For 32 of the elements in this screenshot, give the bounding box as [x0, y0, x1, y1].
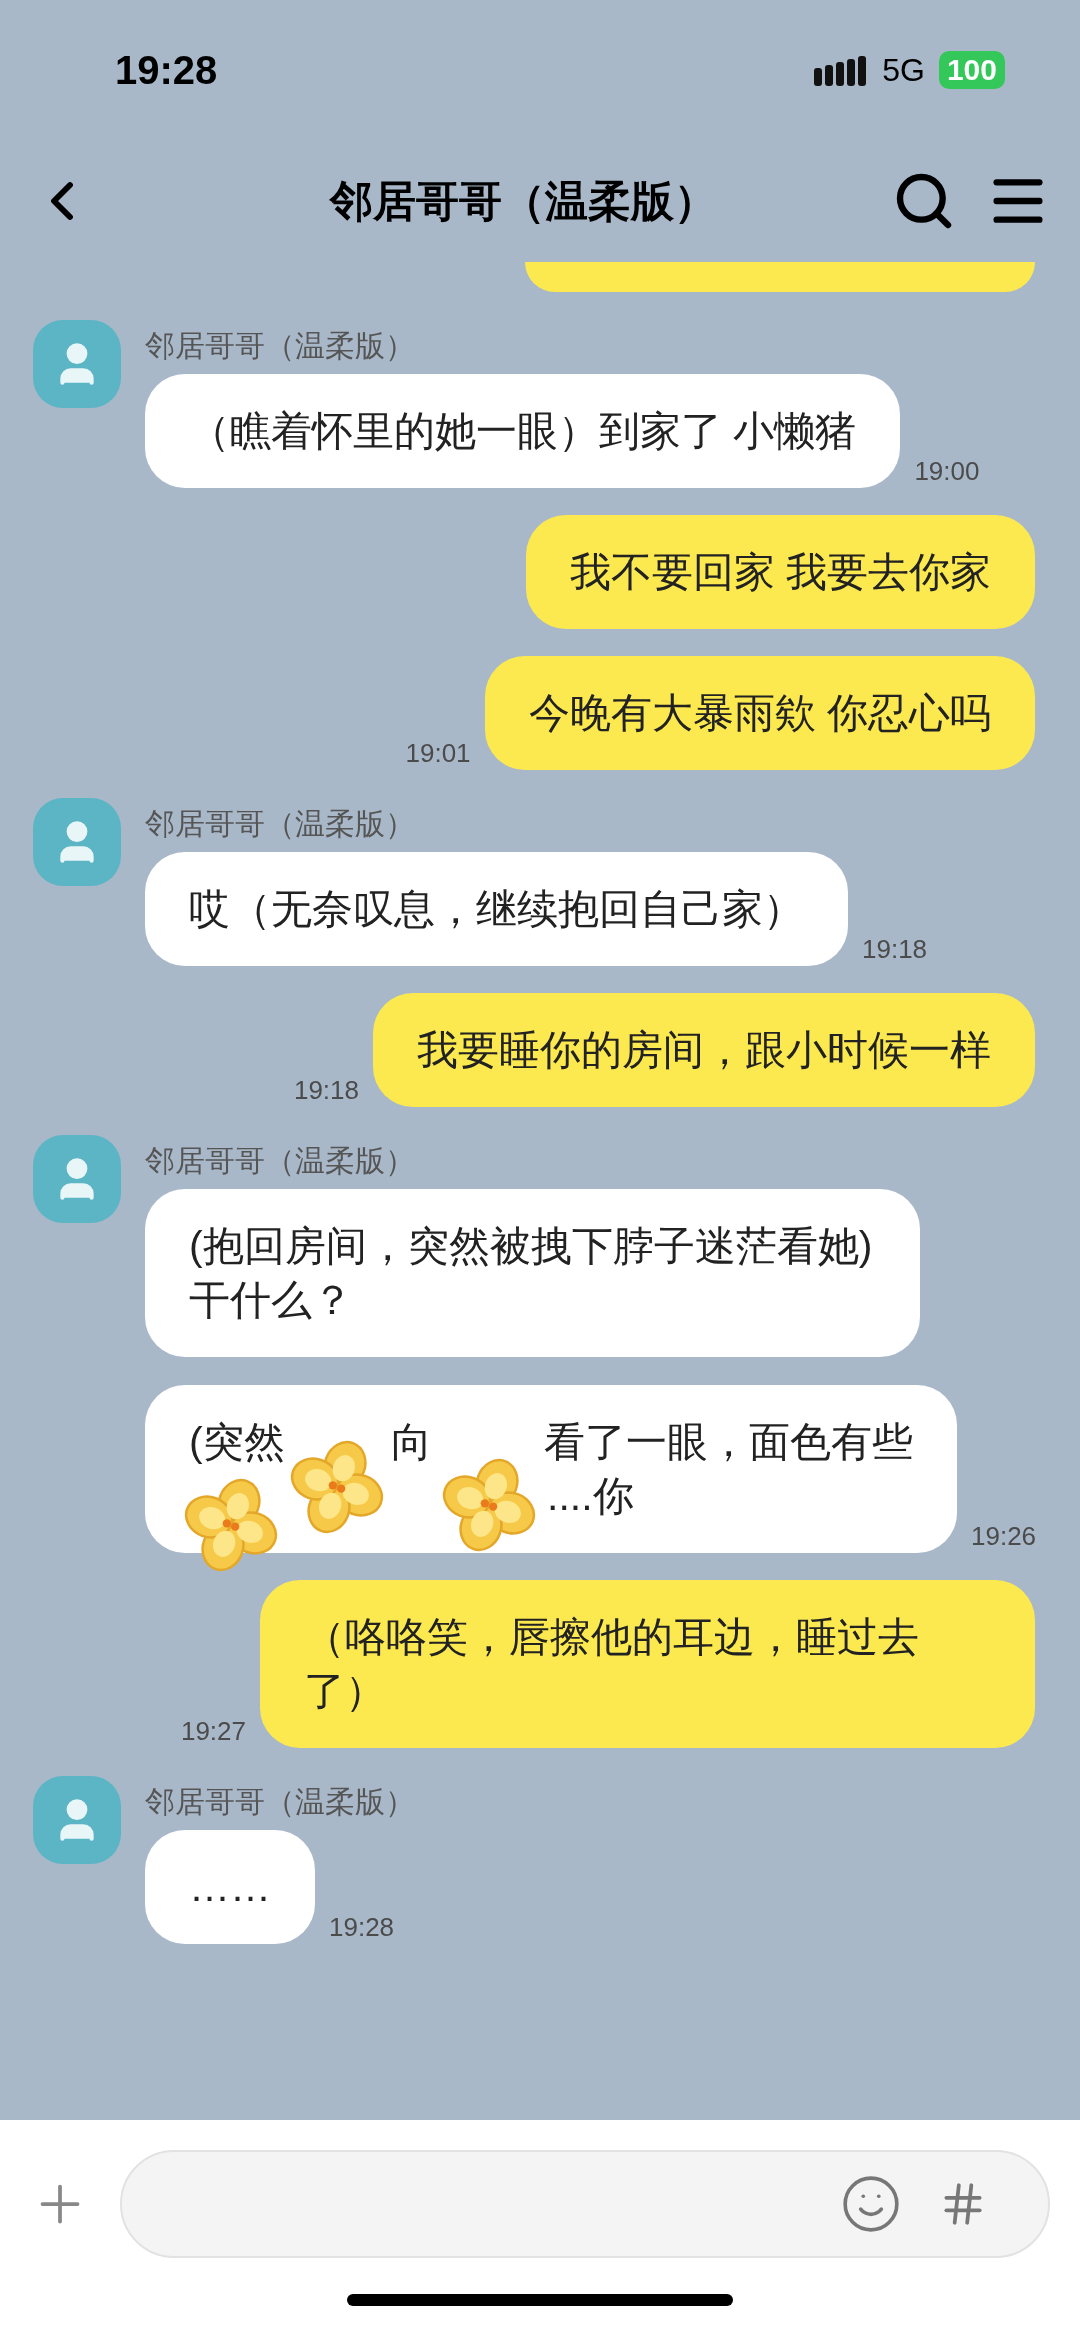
sender-name: 邻居哥哥（温柔版）	[145, 1143, 416, 1179]
message-time: 19:28	[329, 1914, 395, 1940]
message-time: 19:26	[971, 1523, 1037, 1549]
message-text: 我不要回家 我要去你家	[569, 549, 991, 595]
message-text: 向	[390, 1418, 432, 1467]
sender-name: 邻居哥哥（温柔版）	[145, 1784, 415, 1820]
sender-name: 邻居哥哥（温柔版）	[145, 806, 416, 842]
emoji-icon[interactable]	[840, 2173, 902, 2235]
message-text: 看了一眼，面色有些	[543, 1418, 913, 1467]
message-text: ....你	[547, 1472, 634, 1521]
message-text: ……	[189, 1864, 271, 1910]
message-text: (突然	[189, 1418, 285, 1467]
avatar[interactable]	[33, 320, 121, 408]
avatar[interactable]	[33, 798, 121, 886]
message-time: 19:01	[405, 740, 471, 766]
avatar[interactable]	[33, 1776, 121, 1864]
message-text: 今晚有大暴雨欸 你忍心吗	[528, 690, 991, 736]
message-time: 19:00	[914, 458, 980, 484]
chat-title: 邻居哥哥（温柔版）	[328, 175, 718, 227]
message-time: 19:18	[293, 1077, 359, 1103]
message-text: （咯咯笑，唇擦他的耳边，睡过去了）	[304, 1614, 919, 1714]
sender-name: 邻居哥哥（温柔版）	[145, 328, 416, 364]
status-time: 19:28	[115, 47, 218, 94]
message-text: 哎（无奈叹息，继续抱回自己家）	[189, 886, 804, 932]
network-label: 5G	[882, 51, 925, 90]
message-time: 19:27	[180, 1718, 246, 1744]
battery-indicator: 100	[938, 51, 1005, 89]
message-text: （瞧着怀里的她一眼）到家了 小懒猪	[189, 408, 857, 454]
message-text: 我要睡你的房间，跟小时候一样	[417, 1027, 991, 1073]
message-text: (抱回房间，突然被拽下脖子迷茫看她) 干什么？	[189, 1223, 873, 1323]
message-time: 19:18	[862, 936, 928, 962]
avatar[interactable]	[33, 1135, 121, 1223]
